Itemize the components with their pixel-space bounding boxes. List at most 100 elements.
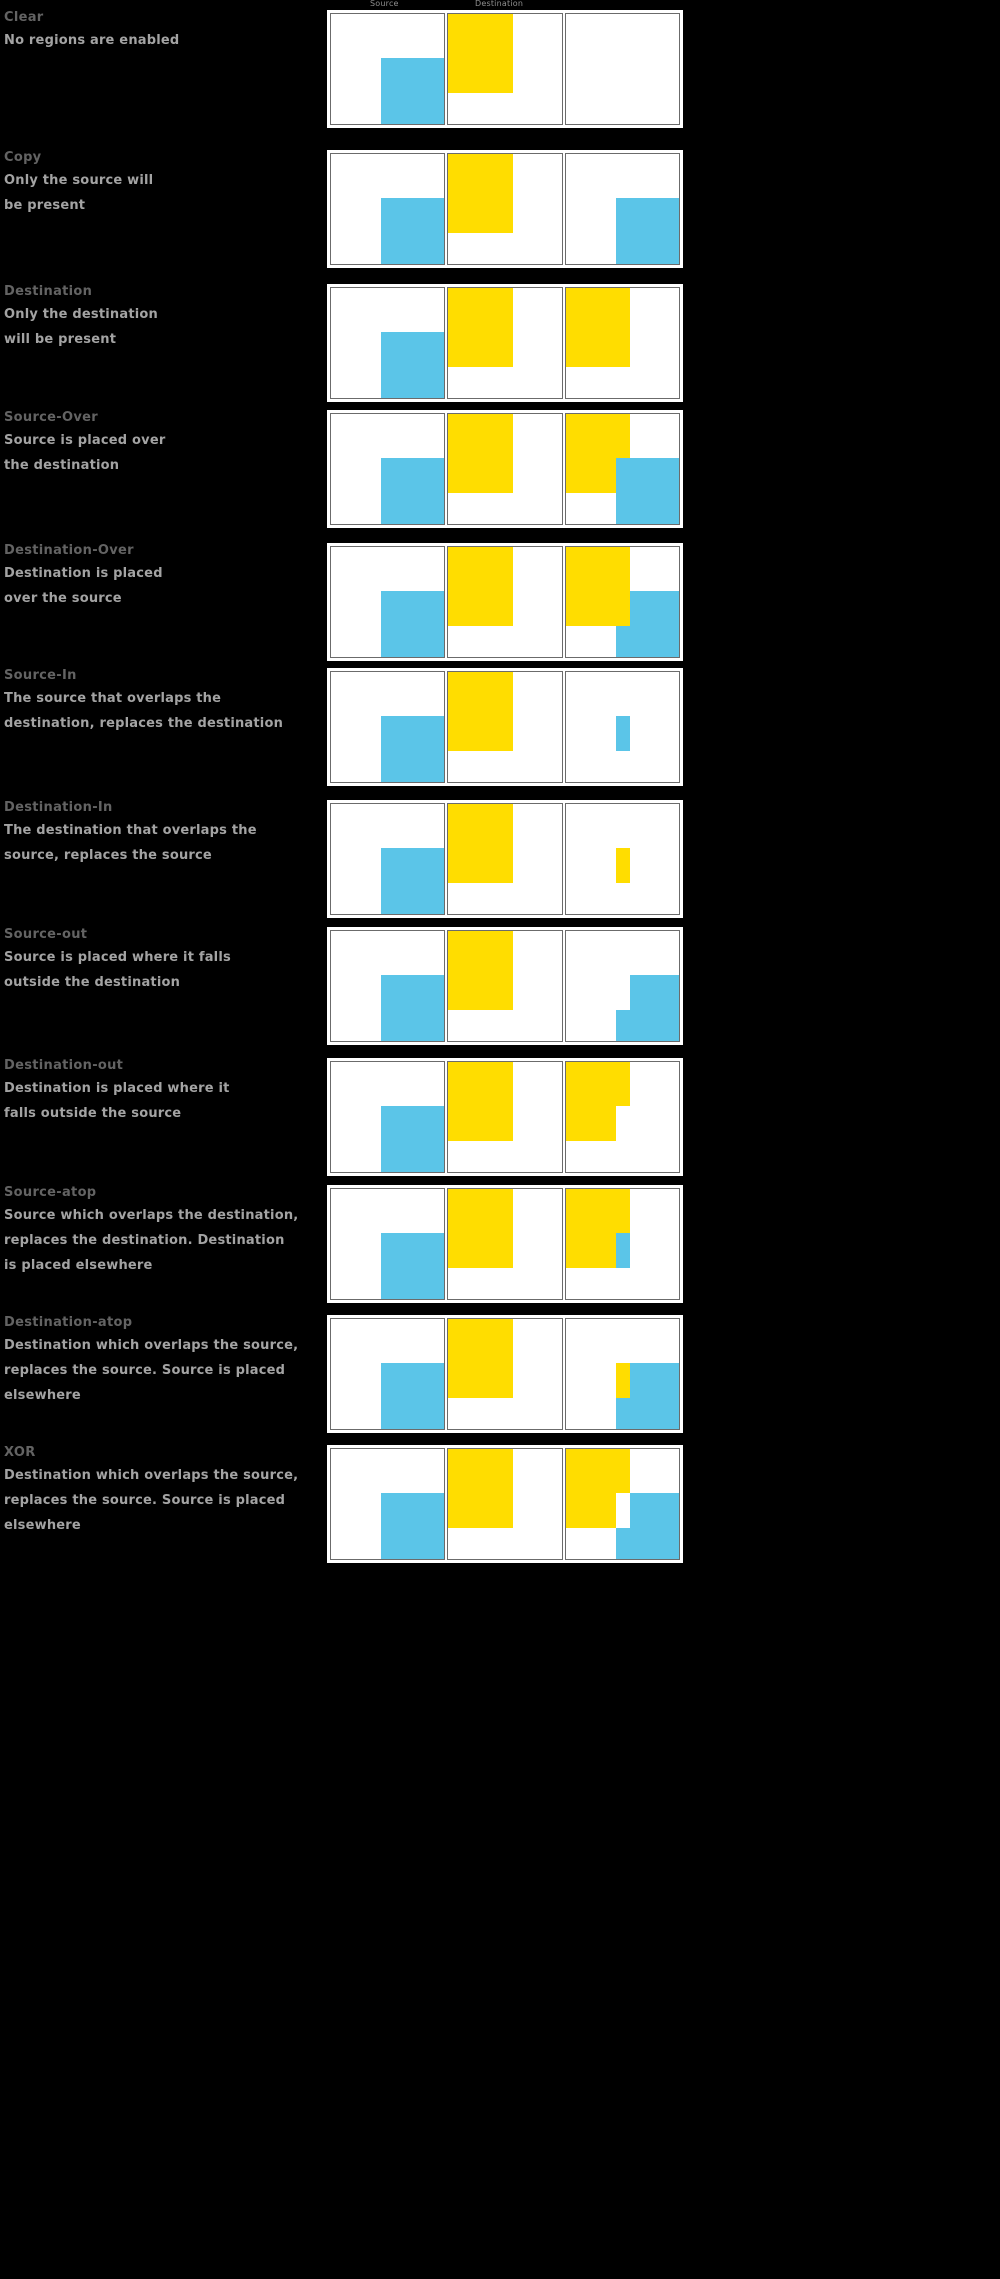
source-region: [380, 332, 445, 398]
operation-description-line: elsewhere: [4, 1518, 81, 1533]
source-panel: [330, 153, 446, 265]
cleared-region: [615, 1106, 631, 1142]
source-region: [380, 1363, 445, 1429]
destination-panel: [447, 1448, 563, 1560]
destination-panel: [447, 13, 563, 125]
panel-group: [325, 1443, 685, 1565]
operation-labels: Clear No regions are enabled: [4, 10, 322, 53]
operation-description-line: Source which overlaps the destination,: [4, 1208, 299, 1223]
destination-panel: [447, 413, 563, 525]
operation-description-line: replaces the source. Source is placed: [4, 1363, 286, 1378]
source-region: [615, 1233, 631, 1269]
operation-name: Source-Over: [4, 410, 98, 425]
operation-description-line: falls outside the source: [4, 1106, 182, 1121]
source-panel: [330, 1318, 446, 1430]
compositing-operations-figure: Source Destination Clear No regions are e…: [0, 0, 1000, 2279]
operation-description-line: source, replaces the source: [4, 848, 212, 863]
destination-panel: [447, 1061, 563, 1173]
operation-description-line: elsewhere: [4, 1388, 81, 1403]
source-region: [380, 716, 445, 782]
source-region: [380, 591, 445, 657]
operation-name: Destination-In: [4, 800, 113, 815]
panel-group: [325, 1313, 685, 1435]
operation-name: XOR: [4, 1445, 36, 1460]
destination-region: [448, 288, 513, 368]
destination-panel: [447, 287, 563, 399]
source-panel: [330, 671, 446, 783]
destination-region: [448, 1319, 513, 1399]
operation-labels: XOR Destination which overlaps the source…: [4, 1445, 322, 1538]
operation-description-line: replaces the destination. Destination: [4, 1233, 285, 1248]
destination-panel: [447, 671, 563, 783]
operation-labels: Copy Only the source will be present: [4, 150, 322, 218]
destination-region: [565, 288, 631, 368]
operation-row: Destination-In The destination that overl…: [0, 790, 1000, 920]
panel-group: [325, 541, 685, 663]
result-panel: [564, 546, 680, 658]
source-panel: [330, 413, 446, 525]
source-region: [615, 198, 679, 264]
operation-name: Source-atop: [4, 1185, 97, 1200]
operation-name: Destination: [4, 284, 93, 299]
destination-panel: [447, 1188, 563, 1300]
destination-region: [448, 154, 513, 234]
operation-description-line: Destination is placed where it: [4, 1081, 230, 1096]
operation-labels: Source-out Source is placed where it fall…: [4, 927, 322, 995]
operation-row: Source-Over Source is placed over the dest…: [0, 400, 1000, 530]
operation-name: Destination-out: [4, 1058, 124, 1073]
source-region: [380, 975, 445, 1041]
destination-panel: [447, 930, 563, 1042]
operation-description-line: is placed elsewhere: [4, 1258, 153, 1273]
operation-labels: Destination-In The destination that overl…: [4, 800, 322, 868]
operation-description-line: over the source: [4, 591, 122, 606]
panel-group: [325, 1056, 685, 1178]
result-panel: [564, 1448, 680, 1560]
destination-region: [448, 1062, 513, 1142]
operation-description-line: Source is placed where it falls: [4, 950, 231, 965]
destination-panel: [447, 546, 563, 658]
operation-description-line: Destination is placed: [4, 566, 163, 581]
result-panel: [564, 671, 680, 783]
operation-row: Destination-Over Destination is placed ove…: [0, 533, 1000, 663]
destination-region: [565, 547, 631, 627]
source-region: [380, 458, 445, 524]
operation-description-line: will be present: [4, 332, 117, 347]
operation-name: Source-In: [4, 668, 77, 683]
operation-description-line: the destination: [4, 458, 120, 473]
source-panel: [330, 930, 446, 1042]
operation-labels: Destination-atop Destination which overla…: [4, 1315, 322, 1408]
source-region: [380, 198, 445, 264]
destination-region: [448, 931, 513, 1011]
result-panel: [564, 1188, 680, 1300]
result-panel: [564, 287, 680, 399]
operation-description: Source which overlaps the destination, re…: [4, 1203, 322, 1278]
source-panel: [330, 1188, 446, 1300]
source-region: [380, 1493, 445, 1559]
operation-row: Source-In The source that overlaps the des…: [0, 658, 1000, 788]
operation-description-line: Only the destination: [4, 307, 158, 322]
operation-description-line: be present: [4, 198, 86, 213]
operation-description-line: Destination which overlaps the source,: [4, 1338, 299, 1353]
source-panel: [330, 287, 446, 399]
operation-description-line: destination, replaces the destination: [4, 716, 284, 731]
result-panel: [564, 930, 680, 1042]
operation-row: Source-out Source is placed where it fall…: [0, 917, 1000, 1047]
source-region: [380, 1106, 445, 1172]
source-region: [615, 458, 679, 524]
operation-description: Destination is placed where it falls outs…: [4, 1076, 322, 1126]
panel-group: [325, 1183, 685, 1305]
result-panel: [564, 1061, 680, 1173]
source-region: [380, 1233, 445, 1299]
operation-description-line: replaces the source. Source is placed: [4, 1493, 286, 1508]
operation-description: The source that overlaps the destination,…: [4, 686, 322, 736]
result-panel: [564, 413, 680, 525]
operation-row: Clear No regions are enabled: [0, 0, 1000, 130]
operation-row: Destination-out Destination is placed whe…: [0, 1048, 1000, 1178]
result-panel: [564, 1318, 680, 1430]
source-panel: [330, 1448, 446, 1560]
operation-description: Destination is placed over the source: [4, 561, 322, 611]
source-region: [380, 848, 445, 914]
source-region: [615, 716, 631, 752]
operation-description-line: No regions are enabled: [4, 33, 180, 48]
cleared-region: [615, 975, 631, 1011]
